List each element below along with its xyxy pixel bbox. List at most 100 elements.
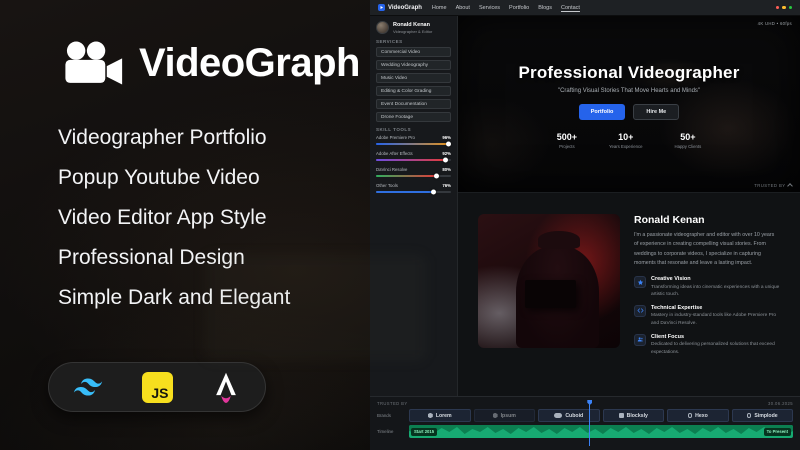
video-camera-icon	[62, 40, 124, 86]
timeline-row-label: Timeline	[377, 429, 405, 434]
feature-line: Video Editor App Style	[58, 206, 290, 230]
skill-slider[interactable]	[376, 191, 451, 194]
about-content: Ronald Kenan I'm a passionate videograph…	[634, 214, 780, 386]
play-icon	[378, 4, 385, 11]
nav-link-contact[interactable]: Contact	[561, 5, 580, 11]
feature-line: Popup Youtube Video	[58, 166, 290, 190]
videograph-logo: VideoGraph	[62, 40, 360, 86]
skill-value: 80%	[442, 167, 451, 172]
videographer-photo	[478, 214, 620, 348]
oval-icon	[554, 413, 562, 418]
nav-brand-link[interactable]: VideoGraph	[378, 4, 422, 11]
timeline-date: 30.06.2025	[768, 401, 793, 406]
tech-stack-pill: JS	[48, 362, 266, 412]
hire-me-button[interactable]: Hire Me	[633, 104, 679, 120]
feature-line: Professional Design	[58, 246, 290, 270]
feature-list: Videographer Portfolio Popup Youtube Vid…	[58, 126, 290, 310]
nav-link-about[interactable]: About	[456, 5, 470, 11]
code-icon	[634, 305, 646, 317]
brands-row-label: Brands	[377, 413, 405, 418]
users-icon	[634, 334, 646, 346]
about-paragraph: I'm a passionate videographer and editor…	[634, 231, 780, 268]
trusted-by-label: TRUSTED BY	[377, 401, 408, 406]
circle-icon	[688, 413, 693, 418]
feature-line: Simple Dark and Elegant	[58, 286, 290, 310]
skill-slider[interactable]	[376, 159, 451, 162]
promo-panel: VideoGraph Videographer Portfolio Popup …	[0, 0, 370, 450]
service-item-wedding-videography[interactable]: Wedding Videography	[376, 60, 451, 70]
site-preview-window: VideoGraph Home About Services Portfolio…	[370, 0, 800, 450]
service-item-drone-footage[interactable]: Drone Footage	[376, 112, 451, 122]
skills-section-label: SKILL TOOLS	[376, 127, 451, 132]
timeline-row: Timeline Start 2015 To Present	[377, 425, 793, 438]
window-close-button[interactable]	[776, 6, 780, 10]
photo-cap-shape	[538, 231, 581, 248]
skill-other-tools: Other Tools 76%	[376, 183, 451, 193]
circle-icon	[747, 413, 752, 418]
javascript-icon: JS	[142, 372, 173, 403]
feature-client-focus: Client Focus Dedicated to delivering per…	[634, 334, 780, 356]
hero-title: Professional Videographer	[518, 63, 739, 83]
photo-camera-shape	[525, 280, 576, 308]
service-item-music-video[interactable]: Music Video	[376, 73, 451, 83]
nav-link-home[interactable]: Home	[432, 5, 447, 11]
skill-davinci-resolve: DaVinci Resolve 80%	[376, 167, 451, 177]
service-item-editing-color-grading[interactable]: Editing & Color Grading	[376, 86, 451, 96]
brand-pill-simplode: Simplode	[732, 409, 794, 422]
timeline-scrubber[interactable]: Start 2015 To Present	[409, 425, 793, 438]
skill-name: Adobe After Effects	[376, 151, 413, 156]
profile-role: Videographer & Editor	[393, 29, 432, 34]
brand-title: VideoGraph	[139, 41, 360, 86]
timeline-start-badge: Start 2015	[411, 428, 437, 436]
skill-after-effects: Adobe After Effects 92%	[376, 151, 451, 161]
nav-link-services[interactable]: Services	[479, 5, 500, 11]
stat-years-experience: 10+ Years Experience	[609, 132, 643, 149]
chevron-up-icon	[787, 183, 793, 189]
about-heading: Ronald Kenan	[634, 214, 780, 226]
nav-link-portfolio[interactable]: Portfolio	[509, 5, 529, 11]
stat-projects: 500+ Projects	[557, 132, 577, 149]
video-specs-badge: 4K UHD • 60fps	[758, 21, 792, 26]
brand-pill-lorem: Lorem	[409, 409, 471, 422]
window-minimize-button[interactable]	[782, 6, 786, 10]
site-main: 4K UHD • 60fps Professional Videographer…	[458, 16, 800, 396]
portfolio-button[interactable]: Portfolio	[579, 104, 626, 120]
brand-pill-hexo: Hexo	[667, 409, 729, 422]
service-item-commercial-video[interactable]: Commercial Video	[376, 47, 451, 57]
window-controls	[776, 6, 793, 10]
skill-name: Adobe Premiere Pro	[376, 135, 415, 140]
site-navbar: VideoGraph Home About Services Portfolio…	[370, 0, 800, 16]
hero-stats: 500+ Projects 10+ Years Experience 50+ H…	[557, 132, 702, 149]
square-icon	[619, 413, 624, 418]
profile-name: Ronald Kenan	[393, 22, 432, 28]
skill-value: 96%	[442, 135, 451, 140]
playhead-handle[interactable]	[589, 403, 590, 446]
waveform-graphic	[409, 425, 793, 438]
hero-buttons: Portfolio Hire Me	[579, 104, 679, 120]
profile-card: Ronald Kenan Videographer & Editor	[376, 21, 451, 34]
skill-value: 76%	[442, 183, 451, 188]
hero-section: 4K UHD • 60fps Professional Videographer…	[458, 16, 800, 192]
tailwind-icon	[71, 370, 105, 404]
hero-subtitle: "Crafting Visual Stories That Move Heart…	[558, 88, 700, 94]
nav-link-blogs[interactable]: Blogs	[538, 5, 552, 11]
window-maximize-button[interactable]	[789, 6, 793, 10]
hexagon-icon	[428, 413, 433, 419]
avatar	[376, 21, 389, 34]
screenshot-canvas: VideoGraph Videographer Portfolio Popup …	[0, 0, 800, 450]
brands-row: Brands Lorem Ipsum Cuboid	[377, 409, 793, 422]
skill-slider[interactable]	[376, 175, 451, 178]
editor-timeline-panel: TRUSTED BY 30.06.2025 Brands Lorem Ipsum	[370, 396, 800, 450]
nav-links: Home About Services Portfolio Blogs Cont…	[432, 5, 580, 11]
services-section-label: SERVICES	[376, 39, 451, 44]
skill-name: DaVinci Resolve	[376, 167, 407, 172]
service-item-event-documentation[interactable]: Event Documentation	[376, 99, 451, 109]
brand-pill-ipsum: Ipsum	[474, 409, 536, 422]
hexagon-icon	[493, 413, 498, 419]
brand-pill-blocksly: Blocksly	[603, 409, 665, 422]
skill-value: 92%	[442, 151, 451, 156]
feature-line: Videographer Portfolio	[58, 126, 290, 150]
skill-premiere-pro: Adobe Premiere Pro 96%	[376, 135, 451, 145]
skill-slider[interactable]	[376, 143, 451, 146]
trusted-by-corner-label: TRUSTED BY	[754, 183, 792, 188]
